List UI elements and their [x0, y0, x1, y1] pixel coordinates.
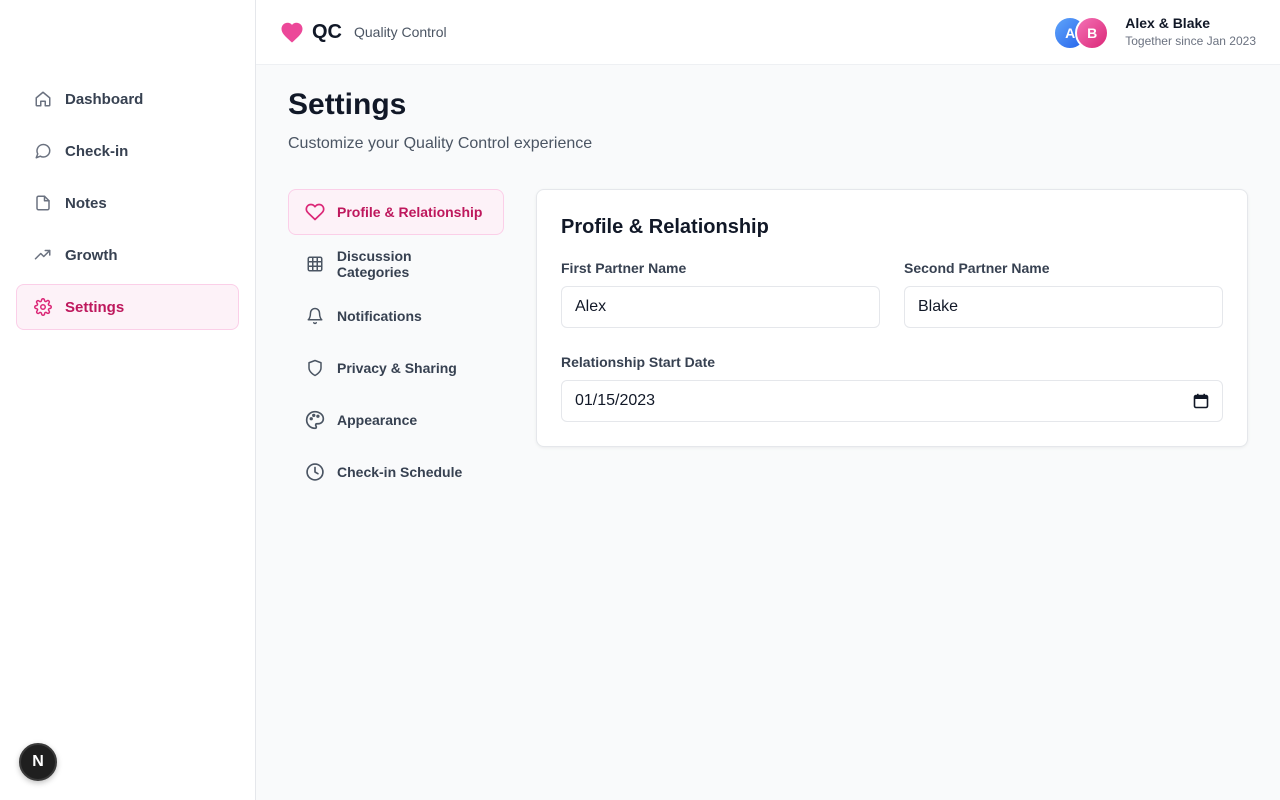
brand[interactable]: QC Quality Control [280, 20, 447, 44]
palette-icon [305, 410, 325, 430]
settings-tab-appearance[interactable]: Appearance [288, 397, 504, 443]
home-icon [33, 89, 53, 109]
dev-tools-badge[interactable]: N [19, 743, 57, 781]
avatar-group: A B [1053, 15, 1113, 50]
user-menu[interactable]: A B Alex & Blake Together since Jan 2023 [1053, 15, 1256, 50]
grid-icon [305, 254, 325, 274]
start-date-input[interactable]: 01/15/2023 [561, 380, 1223, 422]
top-header: QC Quality Control A B Alex & Blake Toge… [256, 0, 1280, 65]
second-partner-value: Blake [918, 298, 959, 315]
sidebar-item-label: Growth [65, 246, 118, 264]
settings-tab-label: Appearance [337, 412, 418, 428]
profile-card: Profile & Relationship First Partner Nam… [536, 189, 1248, 447]
start-date-value: 01/15/2023 [575, 392, 656, 409]
first-partner-label: First Partner Name [561, 260, 687, 276]
badge-letter: N [32, 753, 44, 770]
sidebar-item-label: Check-in [65, 142, 129, 160]
settings-tab-profile[interactable]: Profile & Relationship [288, 189, 504, 235]
settings-tab-notifications[interactable]: Notifications [288, 293, 504, 339]
settings-tab-discussion-categories[interactable]: Discussion Categories [288, 241, 504, 287]
sidebar-item-settings[interactable]: Settings [16, 284, 239, 330]
bell-icon [305, 306, 325, 326]
settings-tab-label: Privacy & Sharing [337, 360, 457, 376]
shield-icon [305, 358, 325, 378]
sidebar-nav: Dashboard Check-in Notes Growth Settings [16, 76, 239, 336]
sidebar-item-label: Settings [65, 298, 125, 316]
first-partner-input[interactable]: Alex [561, 286, 880, 328]
avatar: B [1075, 15, 1110, 50]
settings-tab-check-in-schedule[interactable]: Check-in Schedule [288, 449, 504, 495]
first-partner-value: Alex [575, 298, 607, 315]
file-icon [33, 193, 53, 213]
settings-tab-label: Profile & Relationship [337, 204, 483, 220]
sidebar-item-label: Notes [65, 194, 107, 212]
message-circle-icon [33, 141, 53, 161]
page-subtitle: Customize your Quality Control experienc… [288, 135, 593, 152]
settings-tab-label: Notifications [337, 308, 422, 324]
user-since: Together since Jan 2023 [1125, 34, 1256, 48]
sidebar-item-check-in[interactable]: Check-in [16, 128, 239, 174]
second-partner-label: Second Partner Name [904, 260, 1050, 276]
sidebar-item-dashboard[interactable]: Dashboard [16, 76, 239, 122]
settings-tab-privacy[interactable]: Privacy & Sharing [288, 345, 504, 391]
settings-tab-label: Discussion Categories [336, 248, 412, 280]
brand-tagline: Quality Control [354, 24, 447, 40]
sidebar: Dashboard Check-in Notes Growth Settings [0, 0, 256, 800]
calendar-icon[interactable] [1193, 393, 1209, 409]
brand-logo: QC [312, 20, 342, 43]
second-partner-input[interactable]: Blake [904, 286, 1223, 328]
trending-up-icon [33, 245, 53, 265]
gear-icon [33, 297, 53, 317]
page-title: Settings [288, 88, 407, 121]
sidebar-item-label: Dashboard [65, 90, 144, 108]
user-names: Alex & Blake [1125, 15, 1211, 31]
sidebar-item-growth[interactable]: Growth [16, 232, 239, 278]
settings-tab-label: Check-in Schedule [337, 464, 463, 480]
heart-logo-icon [280, 20, 304, 44]
sidebar-item-notes[interactable]: Notes [16, 180, 239, 226]
heart-icon [305, 202, 325, 222]
user-info: Alex & Blake Together since Jan 2023 [1125, 15, 1256, 50]
clock-icon [305, 462, 325, 482]
start-date-label: Relationship Start Date [561, 354, 716, 370]
card-title: Profile & Relationship [561, 216, 769, 238]
settings-nav: Profile & Relationship Discussion Catego… [288, 189, 504, 501]
